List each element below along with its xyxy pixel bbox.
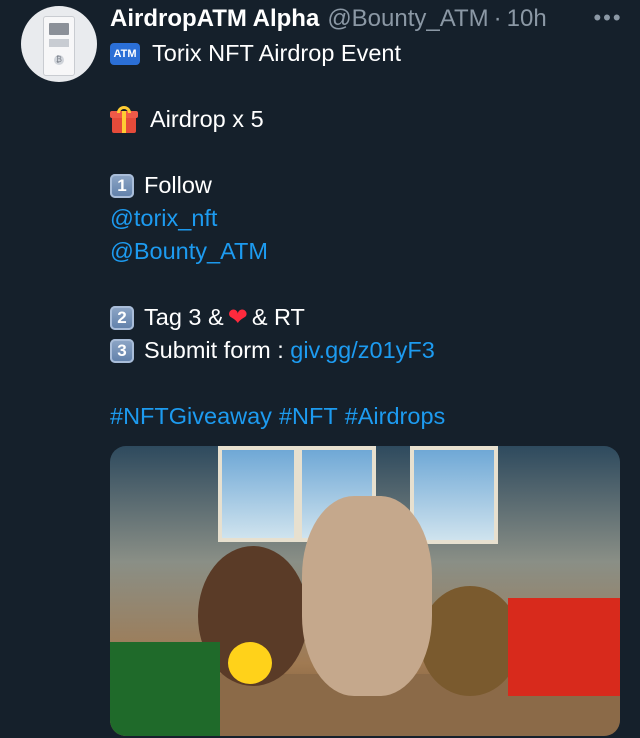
elephant-plush (302, 496, 432, 696)
tweet-line: Airdrop x 5 (110, 103, 630, 136)
mention-link[interactable]: @Bounty_ATM (110, 235, 268, 268)
hashtag-link[interactable]: #Airdrops (345, 400, 446, 433)
window-pane (218, 446, 298, 542)
atm-screen (49, 23, 69, 35)
teddy-bear-right (420, 586, 520, 696)
step-submit-text: Submit form : (144, 337, 291, 363)
airdrop-count-text: Airdrop x 5 (150, 106, 264, 132)
timestamp[interactable]: 10h (507, 5, 547, 33)
bitcoin-icon: ₿ (54, 55, 64, 65)
rubber-duck (228, 642, 272, 684)
keycap-two-icon: 2 (110, 305, 134, 330)
window-pane (410, 446, 498, 544)
more-options-icon[interactable]: ••• (588, 6, 628, 30)
keycap-one-icon: 1 (110, 173, 134, 198)
tweet-media-image[interactable] (110, 446, 620, 736)
tweet-line: @Bounty_ATM (110, 235, 630, 268)
hashtag-link[interactable]: #NFTGiveaway (110, 400, 272, 433)
tweet-text: ATM Torix NFT Airdrop Event Airdrop x 5 … (110, 37, 630, 433)
red-gift-box (508, 598, 620, 696)
tweet-line: ATM Torix NFT Airdrop Event (110, 37, 630, 70)
atm-machine-icon: ₿ (43, 16, 75, 76)
tweet-line: 2 Tag 3 & ❤ & RT (110, 301, 630, 334)
step-tag-text: Tag 3 & (144, 304, 224, 330)
tweet-title: Torix NFT Airdrop Event (152, 40, 402, 66)
tweet-line: @torix_nft (110, 202, 630, 235)
green-gift-box (110, 642, 220, 736)
hashtag-line: #NFTGiveaway #NFT #Airdrops (110, 400, 630, 433)
tweet-line: 1 Follow (110, 169, 630, 202)
step-follow-text: Follow (144, 172, 212, 198)
keycap-three-icon: 3 (110, 338, 134, 363)
display-name[interactable]: AirdropATM Alpha (110, 5, 319, 33)
tweet-line: 3 Submit form : giv.gg/z01yF3 (110, 334, 630, 367)
step-rt-text: & RT (251, 304, 305, 330)
atm-badge-icon: ATM (110, 42, 140, 65)
gift-icon (110, 105, 138, 134)
tweet-header: AirdropATM Alpha @Bounty_ATM · 10h (110, 2, 547, 36)
user-handle[interactable]: @Bounty_ATM (327, 5, 488, 33)
separator-dot: · (493, 5, 502, 32)
mention-link[interactable]: @torix_nft (110, 202, 217, 235)
hashtag-link[interactable]: #NFT (279, 400, 338, 433)
atm-keypad (49, 39, 69, 47)
form-link[interactable]: giv.gg/z01yF3 (290, 334, 435, 367)
avatar[interactable]: ₿ (21, 6, 97, 82)
heart-icon: ❤ (227, 304, 248, 331)
